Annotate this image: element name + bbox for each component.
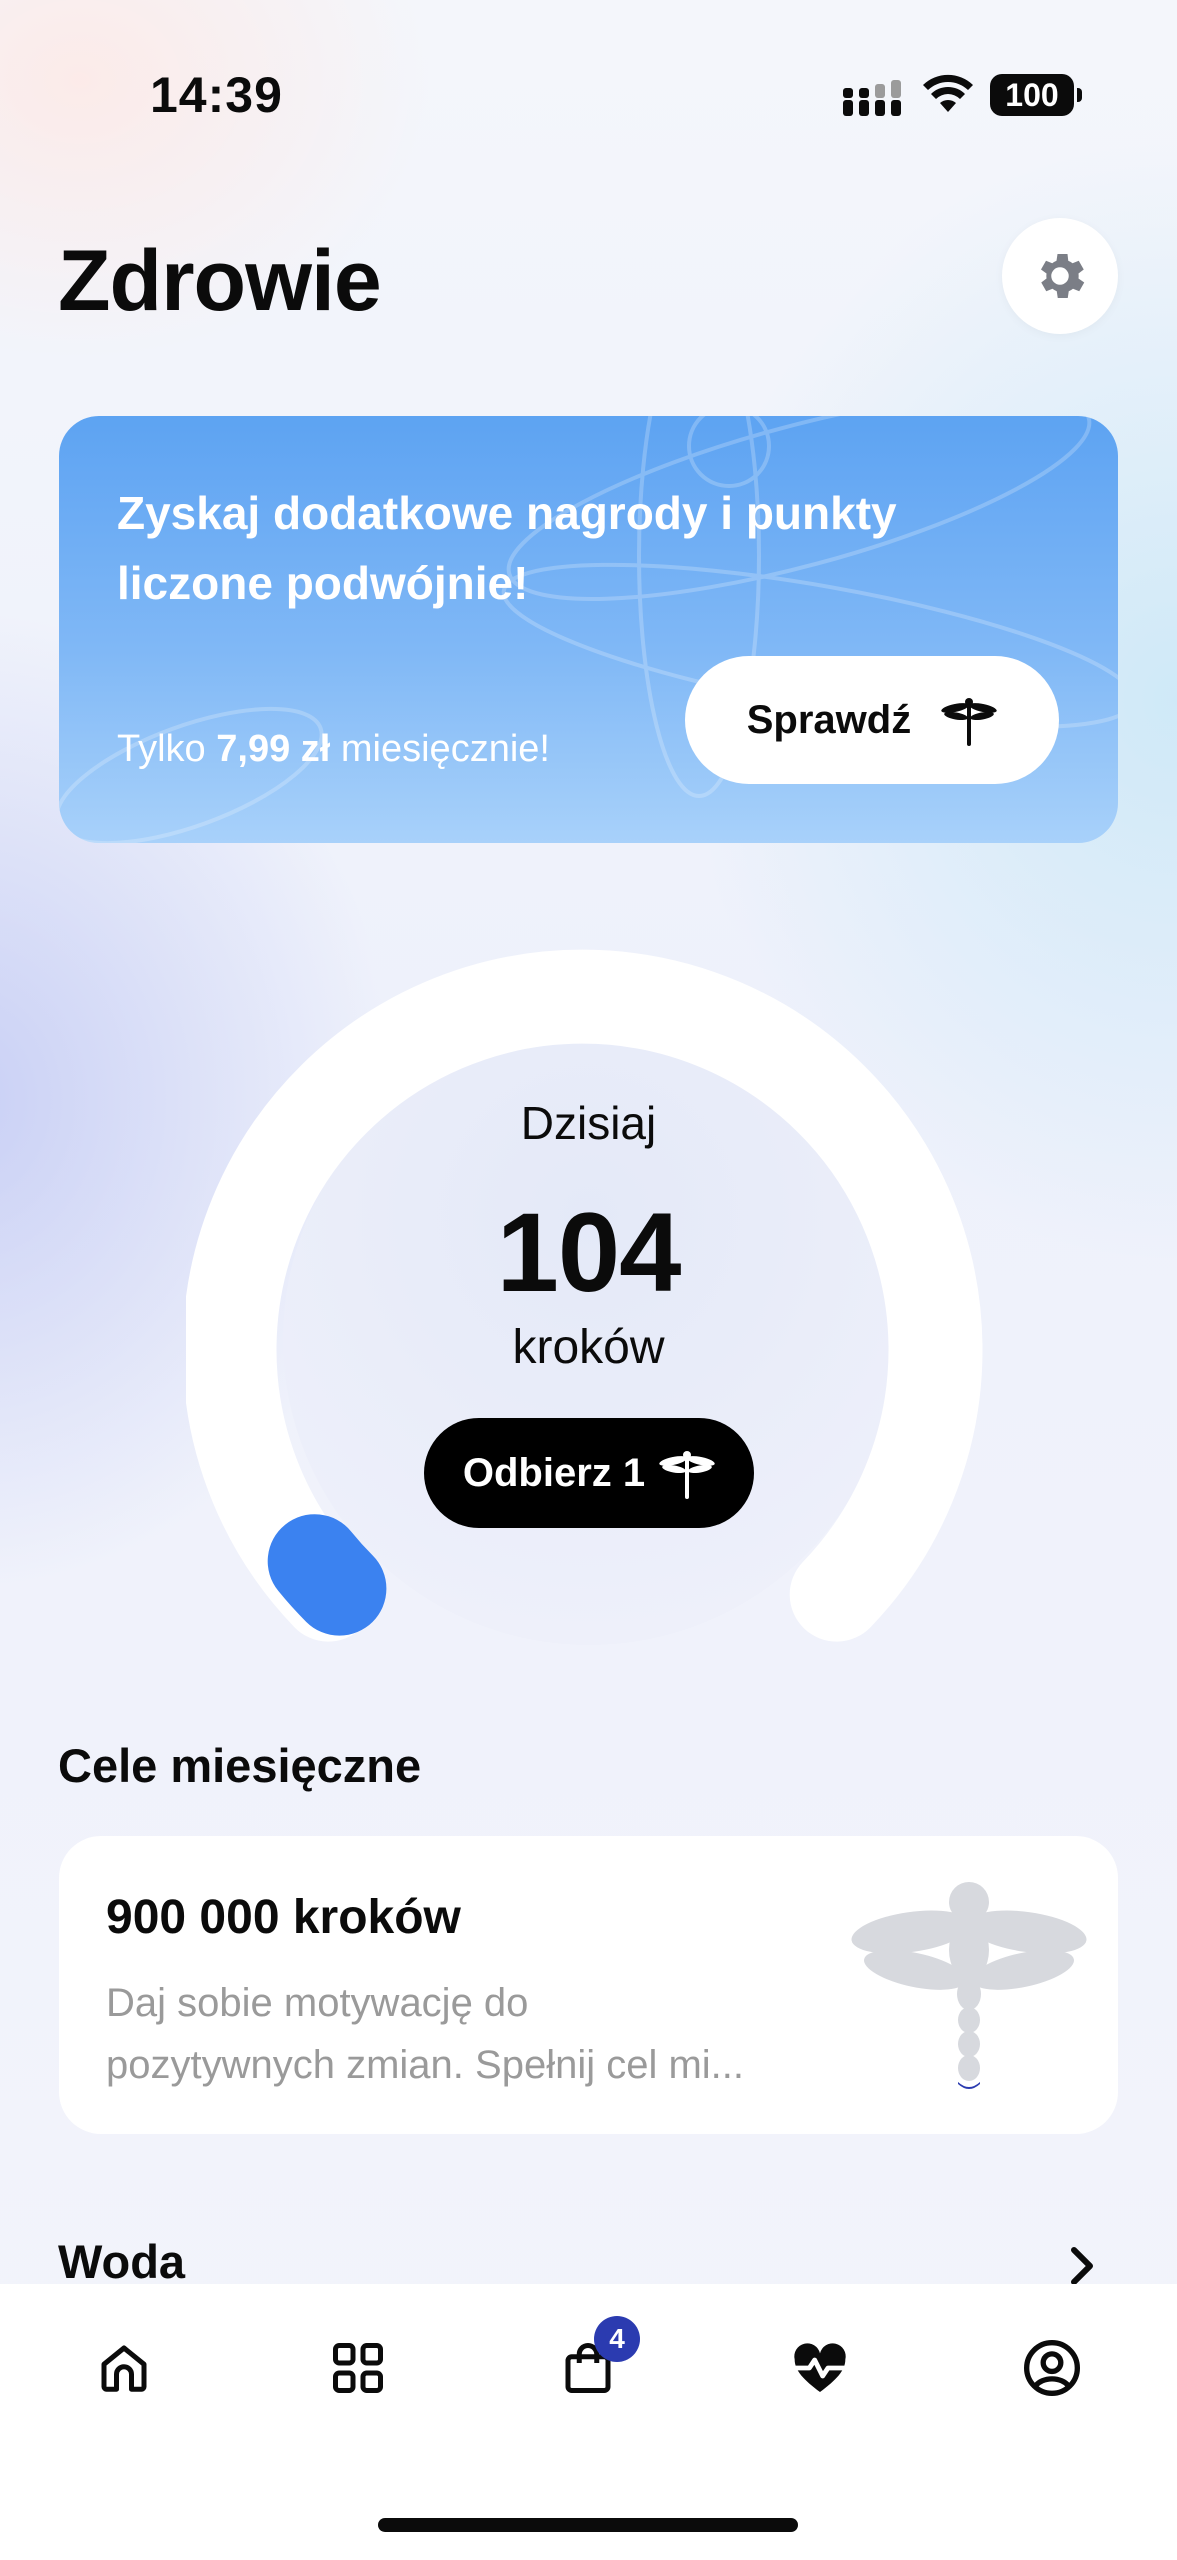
home-icon (101, 2345, 147, 2392)
promo-title: Zyskaj dodatkowe nagrody i punkty liczon… (117, 487, 897, 609)
cart-count-badge: 4 (594, 2316, 640, 2362)
status-time: 14:39 (150, 67, 283, 123)
tab-profile[interactable] (1012, 2328, 1092, 2408)
promo-price: Tylko 7,99 zł miesięcznie! (117, 728, 550, 770)
grid-icon (333, 2343, 383, 2393)
chevron-right-icon[interactable] (1064, 2244, 1100, 2288)
home-indicator[interactable] (378, 2518, 798, 2532)
goal-description: Daj sobie motywację do pozytywnych zmian… (106, 1981, 745, 2087)
heart-pulse-icon (793, 2343, 847, 2392)
dragonfly-icon (659, 1451, 715, 1499)
claim-reward-button[interactable]: Odbierz 1 (424, 1418, 754, 1528)
settings-button[interactable] (1002, 218, 1118, 334)
check-button-label: Sprawdź (746, 697, 912, 742)
cellular-signal-icon (843, 80, 901, 116)
check-button[interactable]: Sprawdź (685, 656, 1059, 784)
claim-reward-label: Odbierz 1 (462, 1450, 646, 1495)
tab-catalog[interactable] (318, 2328, 398, 2408)
wifi-icon (923, 74, 973, 112)
steps-unit: kroków (512, 1321, 665, 1374)
dragonfly-icon (941, 698, 997, 746)
monthly-goal-card[interactable]: 900 000 kroków Daj sobie motywację do po… (59, 1836, 1118, 2134)
profile-icon (1024, 2340, 1080, 2396)
goal-title: 900 000 kroków (106, 1891, 461, 1944)
dragonfly-goal-icon (851, 1882, 1087, 2089)
page-title: Zdrowie (58, 233, 382, 329)
today-label: Dzisiaj (520, 1097, 657, 1149)
tab-health[interactable] (780, 2328, 860, 2408)
water-section-title: Woda (58, 2235, 186, 2288)
gear-icon (1041, 254, 1085, 298)
promo-banner[interactable]: Zyskaj dodatkowe nagrody i punkty liczon… (59, 416, 1118, 843)
gauge-progress (267, 1514, 387, 1636)
tab-home[interactable] (84, 2328, 164, 2408)
battery-indicator: 100 (990, 74, 1082, 116)
monthly-goals-title: Cele miesięczne (58, 1739, 422, 1792)
steps-count: 104 (496, 1190, 682, 1315)
